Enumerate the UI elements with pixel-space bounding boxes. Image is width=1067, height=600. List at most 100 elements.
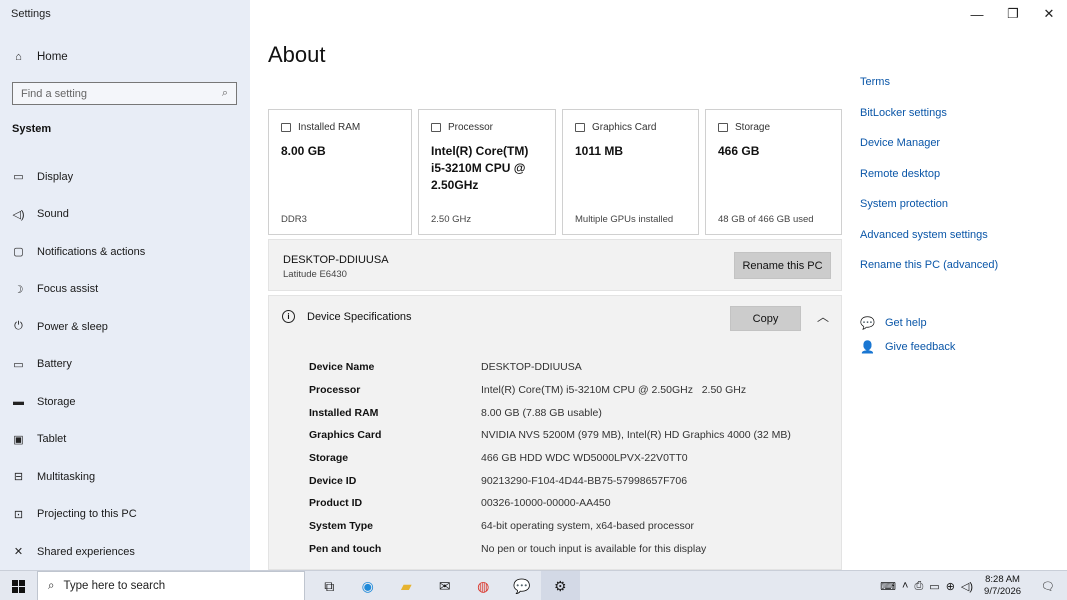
link-remote-desktop[interactable]: Remote desktop (860, 168, 998, 199)
keyboard-icon[interactable]: ⌨ (877, 580, 899, 593)
close-button[interactable]: ✕ (1031, 0, 1067, 28)
card-value: 466 GB (718, 144, 760, 158)
link-terms[interactable]: Terms (860, 76, 998, 107)
search-icon: ⌕ (48, 579, 55, 592)
spec-key: Processor (309, 384, 361, 397)
card-title: Processor (448, 122, 494, 133)
give-feedback-label: Give feedback (885, 341, 956, 353)
edge-icon[interactable]: ◉ (349, 571, 388, 600)
spec-value: 00326-10000-00000-AA450 (481, 497, 611, 510)
device-specifications-panel: i Device Specifications Copy ︿ Device Na… (268, 295, 842, 570)
spec-row: Installed RAM 8.00 GB (7.88 GB usable) (309, 401, 791, 424)
get-help-icon: 💬 (860, 316, 875, 330)
spec-key: System Type (309, 520, 373, 533)
device-name: DESKTOP-DDIUUSA (283, 254, 389, 266)
chevron-up-icon[interactable]: ︿ (817, 308, 829, 325)
card-installed-ram: Installed RAM 8.00 GB DDR3 (268, 109, 412, 235)
home-label: Home (37, 50, 68, 63)
file-explorer-icon[interactable]: ▰ (387, 571, 426, 600)
chat-icon[interactable]: 💬 (503, 571, 542, 600)
link-advanced-system-settings[interactable]: Advanced system settings (860, 229, 998, 260)
network-icon[interactable]: ⊕ (943, 580, 958, 593)
page-title: About (268, 42, 326, 67)
tablet-icon: ▣ (13, 433, 24, 446)
taskbar-search-placeholder: Type here to search (63, 580, 166, 592)
info-icon: i (282, 310, 295, 323)
settings-icon[interactable]: ⚙ (541, 571, 580, 600)
sidebar-item-projecting[interactable]: ⊡ Projecting to this PC (0, 496, 250, 534)
sidebar-item-battery[interactable]: ▭ Battery (0, 346, 250, 384)
get-help-label: Get help (885, 317, 927, 329)
taskbar-search-input[interactable]: ⌕ Type here to search (37, 571, 305, 600)
power-icon: ⏻ (14, 320, 23, 333)
mail-icon[interactable]: ✉ (426, 571, 465, 600)
home-nav-item[interactable]: ⌂ Home (12, 50, 68, 63)
sidebar-item-multitasking[interactable]: ⊟ Multitasking (0, 458, 250, 496)
spec-row: Graphics Card NVIDIA NVS 5200M (979 MB), … (309, 424, 791, 447)
card-processor: Processor Intel(R) Core(TM) i5-3210M CPU… (418, 109, 556, 235)
spec-key: Device ID (309, 474, 357, 487)
chevron-up-icon[interactable]: ˄ (899, 580, 911, 592)
link-system-protection[interactable]: System protection (860, 198, 998, 229)
sidebar-item-storage[interactable]: ▬ Storage (0, 383, 250, 421)
focus-assist-icon: ☽ (13, 283, 24, 296)
clock-time: 8:28 AM (985, 574, 1020, 585)
spec-value: DESKTOP-DDIUUSA (481, 361, 582, 374)
sidebar-item-tablet[interactable]: ▣ Tablet (0, 421, 250, 459)
battery-icon: ▭ (13, 358, 24, 371)
card-title: Graphics Card (592, 122, 657, 133)
graphics-card-icon (575, 123, 585, 132)
notifications-icon: ▢ (13, 246, 24, 259)
storage-icon: ▬ (13, 395, 24, 408)
sidebar-item-display[interactable]: ▭ Display (0, 158, 250, 196)
task-view-icon[interactable]: ⧉ (310, 571, 349, 600)
specs-heading: Device Specifications (307, 310, 412, 323)
volume-icon[interactable]: ◁) (958, 580, 976, 593)
display-icon: ▭ (13, 171, 24, 184)
specs-table: Device Name DESKTOP-DDIUUSA Processor Inte… (309, 356, 791, 560)
app-title: Settings (11, 8, 51, 20)
sidebar: Settings ⌂ Home Find a setting ⌕ System … (0, 0, 250, 570)
taskbar: ⌕ Type here to search ⧉ ◉ ▰ ✉ ◍ 💬 ⚙ ⌨ ˄ … (0, 570, 1067, 600)
spec-value: 8.00 GB (7.88 GB usable) (481, 406, 602, 419)
get-help-link[interactable]: 💬 Get help (860, 311, 955, 335)
spec-row: Storage 466 GB HDD WDC WD5000LPVX-22V0TT0 (309, 447, 791, 470)
sound-icon: ◁) (12, 208, 25, 221)
sidebar-item-sound[interactable]: ◁) Sound (0, 196, 250, 234)
settings-search-input[interactable]: Find a setting ⌕ (12, 82, 237, 105)
sidebar-item-label: Projecting to this PC (37, 508, 137, 521)
card-value: 1011 MB (575, 144, 624, 158)
notification-center-icon[interactable]: 🗨 (1029, 580, 1067, 593)
link-rename-pc-advanced[interactable]: Rename this PC (advanced) (860, 259, 998, 290)
sidebar-item-shared-experiences[interactable]: ✕ Shared experiences (0, 533, 250, 571)
battery-tray-icon[interactable]: ▭ (926, 580, 942, 593)
shared-experiences-icon: ✕ (13, 546, 24, 559)
device-icon[interactable]: ⎙ (911, 580, 926, 593)
sidebar-item-label: Display (37, 170, 74, 183)
clock[interactable]: 8:28 AM 9/7/2026 (976, 574, 1029, 598)
sidebar-item-notifications[interactable]: ▢ Notifications & actions (0, 233, 250, 271)
chrome-icon[interactable]: ◍ (464, 571, 503, 600)
summary-cards: Installed RAM 8.00 GB DDR3 Processor Int… (268, 109, 842, 235)
specs-header[interactable]: i Device Specifications (282, 310, 412, 323)
restore-button[interactable]: ❐ (995, 0, 1031, 28)
sidebar-item-power-sleep[interactable]: ⏻ Power & sleep (0, 308, 250, 346)
start-button[interactable] (0, 571, 36, 600)
feedback-icon: 👤 (860, 340, 875, 354)
sidebar-item-label: Power & sleep (37, 320, 108, 333)
copy-button[interactable]: Copy (730, 306, 801, 331)
spec-key: Graphics Card (309, 429, 382, 442)
card-value: Intel(R) Core(TM) i5-3210M CPU @ 2.50GHz (431, 144, 529, 192)
spec-row: Device Name DESKTOP-DDIUUSA (309, 356, 791, 379)
rename-pc-button[interactable]: Rename this PC (734, 252, 831, 279)
give-feedback-link[interactable]: 👤 Give feedback (860, 335, 955, 359)
sidebar-item-focus-assist[interactable]: ☽ Focus assist (0, 271, 250, 309)
spec-row: Pen and touch No pen or touch input is av… (309, 538, 791, 561)
link-device-manager[interactable]: Device Manager (860, 137, 998, 168)
minimize-button[interactable]: — (959, 0, 995, 28)
spec-key: Device Name (309, 361, 375, 374)
device-bar: DESKTOP-DDIUUSA Latitude E6430 Rename th… (268, 239, 842, 291)
spec-row: Device ID 90213290-F104-4D44-BB75-5799865… (309, 469, 791, 492)
link-bitlocker-settings[interactable]: BitLocker settings (860, 107, 998, 138)
spec-value: 64-bit operating system, x64-based proce… (481, 520, 695, 533)
